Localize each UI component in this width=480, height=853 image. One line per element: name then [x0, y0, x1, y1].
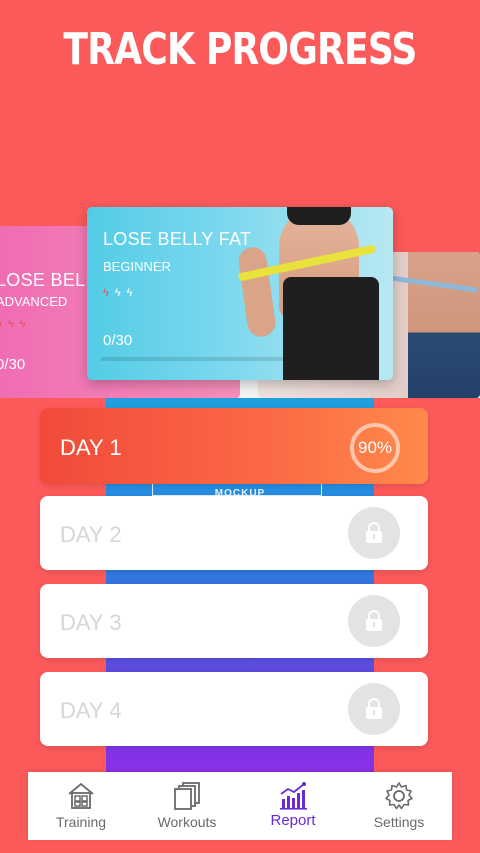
sports-bra-image	[287, 207, 351, 225]
arm-image	[236, 245, 278, 339]
page-title: TRACK PROGRESS	[63, 24, 417, 75]
nav-label: Settings	[373, 814, 425, 830]
difficulty-bolts-icon: ϟϟϟ	[0, 318, 32, 330]
day-label: DAY 4	[60, 698, 122, 723]
difficulty-bolts-icon: ϟϟϟ	[103, 287, 139, 299]
nav-settings[interactable]: Settings	[346, 772, 452, 840]
program-title: LOSE BELLY FAT	[103, 229, 252, 249]
leggings-image	[283, 277, 379, 380]
bar-chart-icon	[280, 782, 307, 810]
day-row-3[interactable]: DAY 3	[40, 584, 428, 658]
program-progress: 0/30	[0, 356, 26, 373]
nav-label: Training	[55, 814, 107, 830]
day-label: DAY 2	[60, 522, 122, 547]
nav-report[interactable]: Report	[240, 772, 346, 840]
nav-label: Workouts	[157, 814, 217, 830]
day-label: DAY 1	[60, 435, 122, 460]
day-label: DAY 3	[60, 610, 122, 635]
gear-icon	[385, 782, 413, 810]
nav-workouts[interactable]: Workouts	[134, 772, 240, 840]
program-progress-bar	[101, 357, 283, 361]
day-row-2[interactable]: DAY 2	[40, 496, 428, 570]
program-level: ADVANCED	[0, 294, 68, 309]
program-card-lose-belly-fat[interactable]: LOSE BELLY FAT BEGINNER ϟϟϟ 0/30	[87, 207, 393, 380]
progress-percent: 90%	[357, 438, 393, 457]
bottom-navigation: Training Workouts Report Settings	[28, 772, 452, 840]
home-grid-icon	[68, 782, 94, 809]
program-level: BEGINNER	[103, 259, 171, 274]
woman-waist-image	[408, 252, 480, 398]
stacked-cards-icon	[174, 782, 200, 810]
program-progress: 0/30	[103, 332, 133, 349]
day-row-4[interactable]: DAY 4	[40, 672, 428, 746]
progress-ring: 90%	[350, 423, 400, 473]
lock-icon	[348, 683, 400, 735]
nav-training[interactable]: Training	[28, 772, 134, 840]
lock-icon	[348, 507, 400, 559]
nav-label: Report	[270, 812, 316, 829]
lock-icon	[348, 595, 400, 647]
day-row-1[interactable]: DAY 1 90%	[40, 408, 428, 484]
